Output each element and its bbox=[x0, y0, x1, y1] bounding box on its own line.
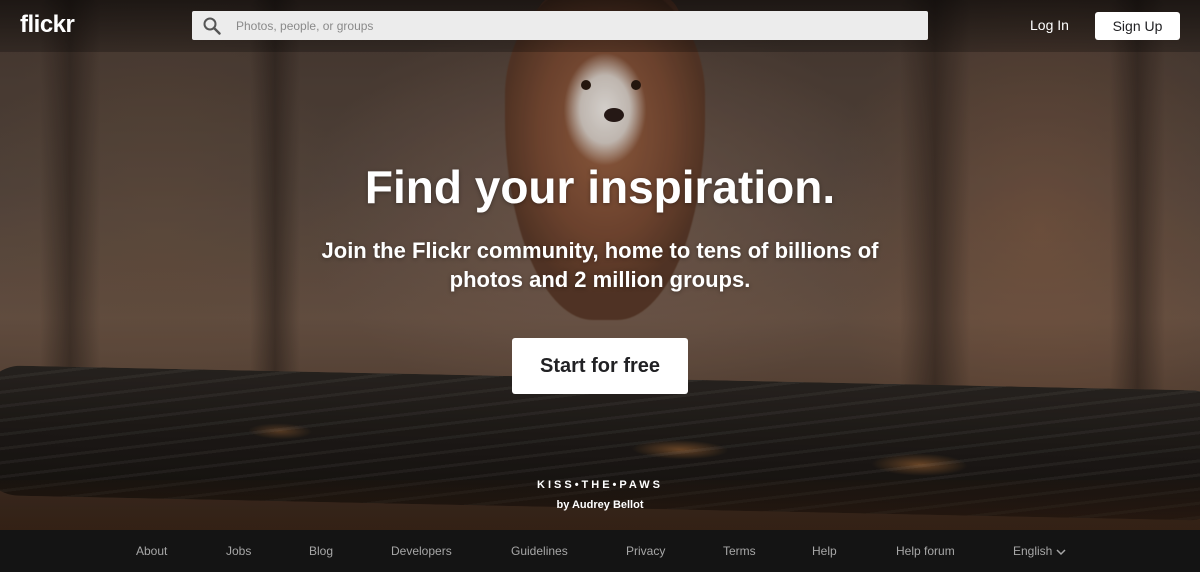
start-for-free-button[interactable]: Start for free bbox=[512, 338, 688, 394]
signup-button[interactable]: Sign Up bbox=[1095, 12, 1180, 40]
footer-link-guidelines[interactable]: Guidelines bbox=[511, 544, 568, 558]
photo-title: KISS•THE•PAWS bbox=[537, 479, 663, 491]
search-icon[interactable] bbox=[192, 11, 232, 40]
footer: About Jobs Blog Developers Guidelines Pr… bbox=[0, 530, 1200, 572]
footer-link-help-forum[interactable]: Help forum bbox=[896, 544, 955, 558]
footer-link-terms[interactable]: Terms bbox=[723, 544, 756, 558]
photo-author-link[interactable]: by Audrey Bellot bbox=[0, 499, 1200, 511]
top-nav: flickr Log In Sign Up bbox=[0, 0, 1200, 52]
chevron-down-icon bbox=[1056, 545, 1066, 559]
flickr-logo[interactable]: flickr bbox=[20, 11, 75, 39]
footer-link-privacy[interactable]: Privacy bbox=[626, 544, 665, 558]
search-bar bbox=[192, 11, 928, 40]
footer-link-blog[interactable]: Blog bbox=[309, 544, 333, 558]
footer-link-help[interactable]: Help bbox=[812, 544, 837, 558]
footer-link-developers[interactable]: Developers bbox=[391, 544, 452, 558]
footer-link-jobs[interactable]: Jobs bbox=[226, 544, 251, 558]
hero-subtitle: Join the Flickr community, home to tens … bbox=[321, 238, 879, 292]
search-input[interactable] bbox=[232, 12, 928, 39]
login-link[interactable]: Log In bbox=[1030, 17, 1069, 33]
language-label: English bbox=[1013, 544, 1053, 558]
language-selector[interactable]: English bbox=[1013, 544, 1066, 559]
footer-link-about[interactable]: About bbox=[136, 544, 167, 558]
hero-title: Find your inspiration. bbox=[364, 161, 836, 213]
